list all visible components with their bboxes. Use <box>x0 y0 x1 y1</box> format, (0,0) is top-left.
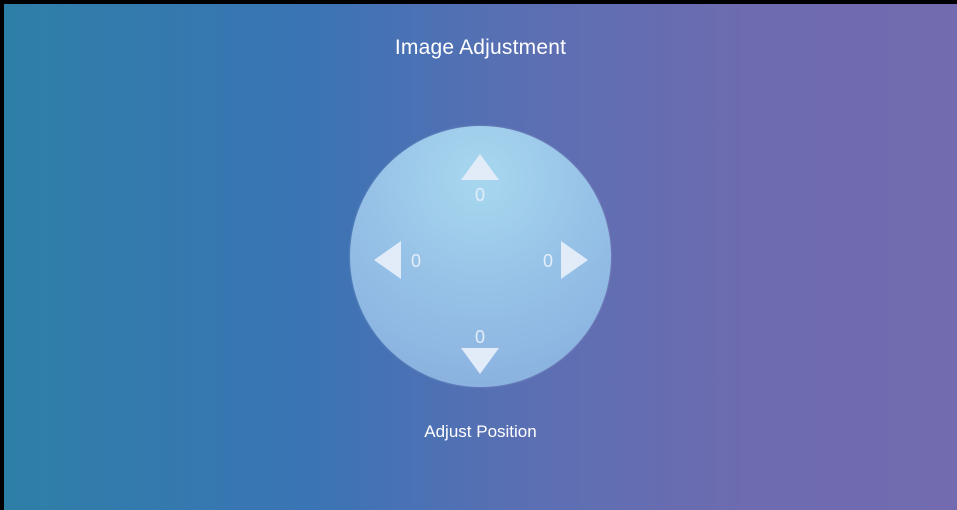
up-offset-value: 0 <box>474 185 485 205</box>
down-offset-value: 0 <box>474 327 485 347</box>
right-offset-value: 0 <box>542 251 553 271</box>
triangle-right-icon[interactable] <box>561 241 588 279</box>
left-offset-value: 0 <box>410 251 421 271</box>
page-title: Image Adjustment <box>394 36 567 59</box>
triangle-up-icon[interactable] <box>461 154 499 180</box>
triangle-left-icon[interactable] <box>374 241 401 279</box>
position-dpad[interactable]: 0 0 0 0 <box>350 126 611 387</box>
triangle-down-icon[interactable] <box>461 348 499 374</box>
adjust-position-label: Adjust Position <box>424 422 537 441</box>
image-adjustment-screen: Image Adjustment 0 0 0 0 Adjust Position <box>4 4 957 510</box>
